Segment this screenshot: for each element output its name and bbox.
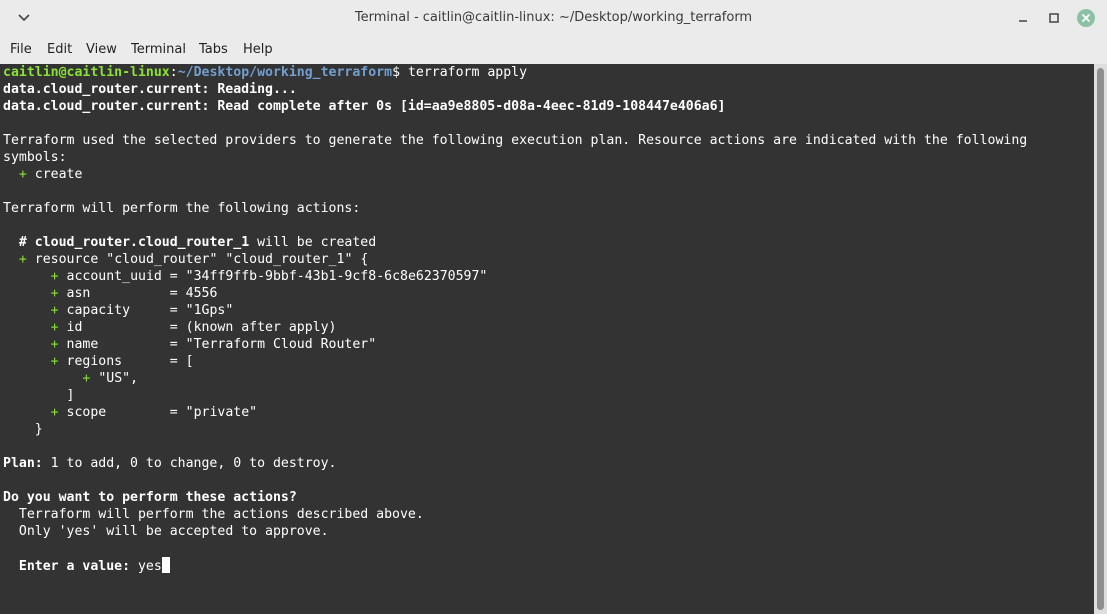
output-line: data.cloud_router.current: Read complete…	[3, 99, 726, 114]
plus-symbol: +	[18, 167, 27, 182]
output-line: Terraform used the selected providers to…	[3, 133, 1028, 148]
plus-symbol: +	[50, 405, 59, 420]
enter-value-label: Enter a value:	[18, 559, 131, 574]
maximize-button[interactable]	[1045, 9, 1063, 27]
attribute-line: name = "Terraform Cloud Router"	[66, 337, 377, 352]
prompt-dollar: $	[392, 65, 401, 80]
window-title: Terminal - caitlin@caitlin-linux: ~/Desk…	[354, 10, 753, 25]
plan-summary: 1 to add, 0 to change, 0 to destroy.	[42, 456, 337, 471]
output-line: data.cloud_router.current: Reading...	[3, 82, 297, 97]
prompt-user-host: caitlin@caitlin-linux	[3, 65, 170, 80]
title-bar[interactable]: Terminal - caitlin@caitlin-linux: ~/Desk…	[0, 0, 1107, 36]
prompt-separator: :	[169, 65, 178, 80]
plan-label: Plan:	[3, 456, 43, 471]
vertical-scrollbar[interactable]	[1094, 64, 1107, 614]
menu-file[interactable]: File	[10, 38, 32, 62]
typed-input: yes	[130, 559, 162, 574]
plus-symbol: +	[50, 337, 59, 352]
attribute-line: scope = "private"	[66, 405, 258, 420]
menu-terminal[interactable]: Terminal	[131, 38, 186, 62]
attribute-line: regions = [	[66, 354, 194, 369]
attribute-line: ]	[66, 388, 75, 403]
attribute-line: capacity = "1Gps"	[66, 303, 234, 318]
terminal-window: Terminal - caitlin@caitlin-linux: ~/Desk…	[0, 0, 1107, 614]
output-line: symbols:	[3, 150, 67, 165]
close-button[interactable]	[1076, 8, 1096, 28]
menu-tabs[interactable]: Tabs	[199, 38, 228, 62]
output-line: Terraform will perform the following act…	[3, 201, 361, 216]
attribute-line: asn = 4556	[66, 286, 218, 301]
attribute-line: id = (known after apply)	[66, 320, 337, 335]
plus-symbol: +	[18, 252, 27, 267]
terminal-output[interactable]: caitlin@caitlin-linux:~/Desktop/working_…	[0, 64, 1094, 614]
minimize-button[interactable]	[1014, 9, 1032, 27]
menu-view[interactable]: View	[86, 38, 117, 62]
plus-symbol: +	[50, 303, 59, 318]
menu-bar: File Edit View Terminal Tabs Help	[0, 38, 1107, 62]
plus-symbol: +	[50, 354, 59, 369]
resource-comment: # cloud_router.cloud_router_1	[18, 235, 250, 250]
plus-symbol: +	[50, 320, 59, 335]
text-cursor	[161, 557, 170, 573]
output-line: create	[34, 167, 83, 182]
command-text: terraform apply	[400, 65, 528, 80]
output-line: resource "cloud_router" "cloud_router_1"…	[34, 252, 369, 267]
confirm-question: Do you want to perform these actions?	[3, 490, 297, 505]
output-line: Only 'yes' will be accepted to approve.	[18, 524, 329, 539]
menu-edit[interactable]: Edit	[47, 38, 72, 62]
prompt-path: ~/Desktop/working_terraform	[177, 65, 393, 80]
attribute-line: "US",	[98, 371, 139, 386]
output-line: Terraform will perform the actions descr…	[18, 507, 424, 522]
attribute-line: account_uuid = "34ff9ffb-9bbf-43b1-9cf8-…	[66, 269, 488, 284]
plus-symbol: +	[82, 371, 91, 386]
scrollbar-thumb[interactable]	[1097, 68, 1104, 610]
menu-help[interactable]: Help	[243, 38, 273, 62]
plus-symbol: +	[50, 286, 59, 301]
plus-symbol: +	[50, 269, 59, 284]
output-line: }	[34, 422, 43, 437]
resource-comment-suffix: will be created	[249, 235, 377, 250]
